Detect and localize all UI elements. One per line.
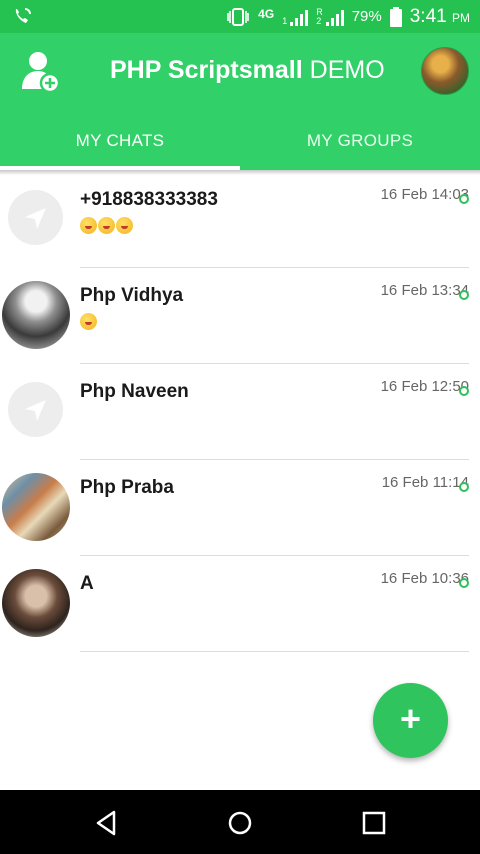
system-nav-bar [0, 790, 480, 854]
chat-name: Php Praba [80, 477, 174, 498]
tab-bar: MY CHATS MY GROUPS [0, 121, 480, 170]
avatar [2, 473, 70, 541]
chat-row[interactable]: Php Naveen 16 Feb 12:50 [0, 364, 480, 460]
chat-name: Php Vidhya [80, 285, 184, 306]
navigation-arrow-icon [25, 208, 46, 229]
tab-my-groups[interactable]: MY GROUPS [240, 121, 480, 170]
signal-icon [290, 9, 309, 26]
network-type: 4G [258, 6, 275, 21]
chat-name: A [80, 573, 94, 594]
divider [80, 651, 469, 652]
navigation-arrow-icon [25, 400, 46, 421]
signal-icon [325, 9, 344, 26]
new-chat-button[interactable]: + [373, 683, 448, 758]
online-indicator [459, 578, 469, 588]
chat-row[interactable]: A 16 Feb 10:36 [0, 556, 480, 652]
last-message [80, 217, 134, 235]
plus-icon: + [399, 698, 422, 739]
avatar [2, 281, 70, 349]
add-user-icon[interactable] [20, 49, 62, 93]
online-indicator [459, 194, 469, 204]
vibrate-icon [227, 7, 249, 26]
online-indicator [459, 482, 469, 492]
avatar [2, 569, 70, 637]
home-icon[interactable] [226, 809, 254, 837]
chat-name: +918838333383 [80, 189, 218, 210]
recents-icon[interactable] [360, 809, 388, 837]
chat-name: Php Naveen [80, 381, 189, 402]
battery-level: 79% [351, 8, 382, 25]
profile-avatar[interactable] [421, 47, 469, 95]
online-indicator [459, 290, 469, 300]
app-title-rest: DEMO [309, 56, 385, 84]
emoji-icon [80, 217, 97, 235]
app-title-bold: PHP Scriptsmall [110, 56, 303, 84]
chat-list: +918838333383 16 Feb 14:03 Php Vidhya 16… [0, 172, 480, 652]
clock: 3:41 PM [409, 5, 470, 27]
chat-row[interactable]: +918838333383 16 Feb 14:03 [0, 172, 480, 268]
emoji-icon [98, 217, 115, 235]
sim1-signal: 1 [282, 8, 309, 26]
chat-time: 16 Feb 14:03 [380, 186, 469, 203]
emoji-icon [80, 313, 97, 331]
chat-time: 16 Feb 13:34 [380, 282, 469, 299]
battery-icon [389, 6, 402, 27]
default-avatar [8, 382, 63, 437]
chat-time: 16 Feb 12:50 [380, 378, 469, 395]
status-bar: 4G 1 R2 79% 3:41 PM [0, 0, 480, 33]
chat-time: 16 Feb 11:14 [381, 474, 469, 491]
app-title: PHP Scriptsmall DEMO [110, 56, 385, 85]
app-bar: PHP Scriptsmall DEMO MY CHATS MY GROUPS [0, 33, 480, 170]
back-icon[interactable] [92, 809, 120, 837]
default-avatar [8, 190, 63, 245]
phone-call-icon [15, 8, 31, 23]
tab-my-chats[interactable]: MY CHATS [0, 121, 240, 170]
chat-row[interactable]: Php Vidhya 16 Feb 13:34 [0, 268, 480, 364]
last-message [80, 313, 98, 331]
online-indicator [459, 386, 469, 396]
sim2-signal: R2 [316, 7, 344, 26]
emoji-icon [116, 217, 133, 235]
chat-row[interactable]: Php Praba 16 Feb 11:14 [0, 460, 480, 556]
chat-time: 16 Feb 10:36 [380, 570, 469, 587]
